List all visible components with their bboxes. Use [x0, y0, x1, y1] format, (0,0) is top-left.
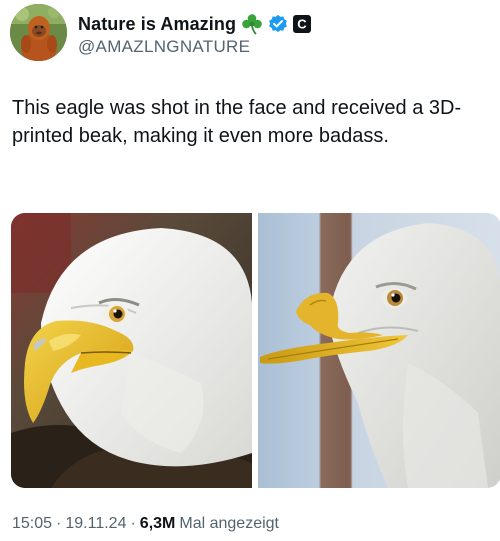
- meta-separator: ·: [56, 515, 62, 532]
- tweet-date[interactable]: 19.11.24: [65, 515, 126, 533]
- media-grid: [11, 213, 500, 488]
- tweet-text: This eagle was shot in the face and rece…: [12, 97, 462, 147]
- author-name-row: Nature is Amazing C: [78, 12, 312, 36]
- display-name[interactable]: Nature is Amazing: [78, 14, 236, 35]
- verified-badge-icon[interactable]: [268, 14, 288, 34]
- eagle-original-photo[interactable]: [11, 213, 252, 488]
- eagle-3d-printed-beak-photo[interactable]: [258, 213, 500, 488]
- affiliate-c-badge-icon[interactable]: C: [292, 14, 312, 34]
- meta-separator: ·: [130, 515, 136, 532]
- author-handle[interactable]: @AMAZLNGNATURE: [78, 37, 250, 57]
- tweet-header: Nature is Amazing C @AMAZLNGNATURE: [10, 4, 490, 62]
- tweet-time[interactable]: 15:05: [12, 515, 52, 533]
- avatar[interactable]: [10, 4, 67, 61]
- view-count-label: Mal angezeigt: [179, 515, 279, 532]
- clover-icon: [240, 12, 264, 36]
- affiliate-letter: C: [297, 17, 307, 32]
- tweet-meta: 15:05 · 19.11.24 · 6,3M Mal angezeigt: [12, 515, 279, 533]
- orangutan-avatar-image: [10, 4, 67, 61]
- view-count: 6,3M: [139, 515, 176, 532]
